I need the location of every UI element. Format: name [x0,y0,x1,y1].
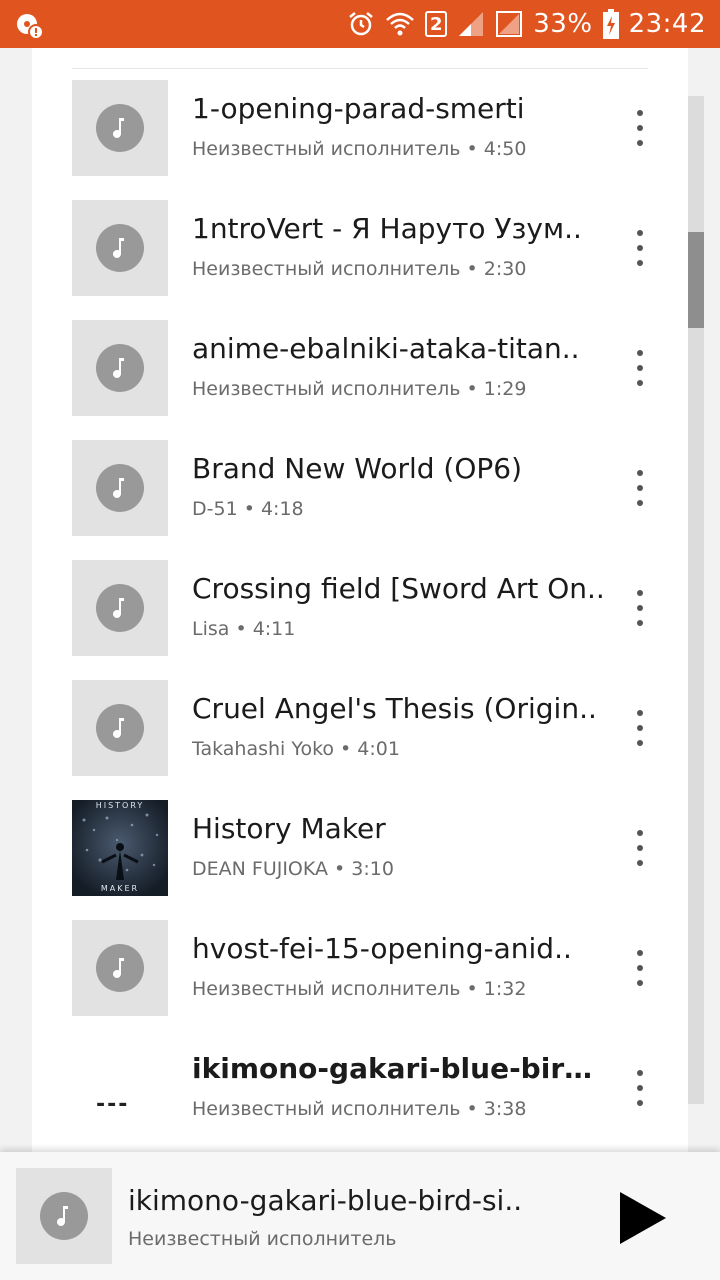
notification-icon [17,14,44,40]
more-options-icon[interactable] [628,830,652,866]
signal-2-icon [496,11,523,37]
music-note-icon [96,104,144,152]
song-row-now-playing[interactable]: --- ikimono-gakari-blue-bird-s.. Неизвес… [32,1040,688,1160]
status-bar: 2 33% 23:42 [0,0,720,48]
sim-slot-icon: 2 [425,11,448,37]
mini-player[interactable]: ikimono-gakari-blue-bird-si.. Неизвестны… [0,1152,720,1280]
song-row[interactable]: 1-opening-parad-smerti Неизвестный испол… [32,80,688,200]
equalizer-icon: --- [96,1092,130,1117]
music-note-icon [96,344,144,392]
music-note-icon [96,464,144,512]
album-art: HISTORY MAKER [72,800,168,896]
song-row[interactable]: anime-ebalniki-ataka-titan.. Неизвестный… [32,320,688,440]
song-thumbnail [72,80,168,176]
more-options-icon[interactable] [628,1070,652,1106]
song-subtitle: Неизвестный исполнитель • 4:50 [192,138,527,160]
song-row[interactable]: HISTORY MAKER History Maker DEAN FUJIOKA… [32,800,688,920]
song-row[interactable]: Cruel Angel's Thesis (Origin.. Takahashi… [32,680,688,800]
more-options-icon[interactable] [628,470,652,506]
more-options-icon[interactable] [628,950,652,986]
scrollbar-thumb[interactable] [688,232,704,328]
song-row[interactable]: Crossing field [Sword Art On.. Lisa • 4:… [32,560,688,680]
song-subtitle: Takahashi Yoko • 4:01 [192,738,400,760]
battery-percent: 33% [533,9,593,39]
music-note-icon [96,224,144,272]
song-list: 1-opening-parad-smerti Неизвестный испол… [32,48,688,1158]
clock: 23:42 [628,9,706,39]
song-subtitle: D-51 • 4:18 [192,498,304,520]
wifi-icon [386,12,415,36]
song-title: ikimono-gakari-blue-bird-s.. [192,1052,612,1085]
signal-icon [459,12,484,36]
song-subtitle: Неизвестный исполнитель • 1:32 [192,978,527,1000]
song-title: Cruel Angel's Thesis (Origin.. [192,692,597,725]
song-subtitle: Неизвестный исполнитель • 3:38 [192,1098,527,1120]
song-title: 1-opening-parad-smerti [192,92,525,125]
song-thumbnail [72,680,168,776]
song-subtitle: Lisa • 4:11 [192,618,296,640]
song-thumbnail [72,440,168,536]
song-subtitle: Неизвестный исполнитель • 1:29 [192,378,527,400]
album-art-text: HISTORY [95,801,145,810]
song-row[interactable]: 1ntroVert - Я Наруто Узум.. Неизвестный … [32,200,688,320]
song-subtitle: Неизвестный исполнитель • 2:30 [192,258,527,280]
more-options-icon[interactable] [628,110,652,146]
album-art-text: MAKER [100,884,140,893]
play-icon[interactable] [612,1188,672,1248]
more-options-icon[interactable] [628,590,652,626]
music-note-icon [96,584,144,632]
song-thumbnail [72,320,168,416]
song-title: anime-ebalniki-ataka-titan.. [192,332,580,365]
song-title: Brand New World (OP6) [192,452,522,485]
song-thumbnail [72,200,168,296]
song-thumbnail [72,920,168,1016]
song-row[interactable]: Brand New World (OP6) D-51 • 4:18 [32,440,688,560]
music-note-icon [96,704,144,752]
player-artist: Неизвестный исполнитель [128,1228,397,1250]
album-art-image [72,800,168,896]
more-options-icon[interactable] [628,230,652,266]
more-options-icon[interactable] [628,350,652,386]
alarm-icon [349,12,374,36]
song-title: Crossing field [Sword Art On.. [192,572,605,605]
divider [72,68,648,69]
now-playing-indicator: --- [72,1040,168,1136]
song-title: hvost-fei-15-opening-anid.. [192,932,572,965]
song-title: 1ntroVert - Я Наруто Узум.. [192,212,582,245]
battery-charging-icon [602,9,619,39]
player-thumbnail [16,1168,112,1264]
song-thumbnail [72,560,168,656]
music-note-icon [96,944,144,992]
song-row[interactable]: hvost-fei-15-opening-anid.. Неизвестный … [32,920,688,1040]
music-note-icon [40,1192,88,1240]
song-subtitle: DEAN FUJIOKA • 3:10 [192,858,394,880]
player-title: ikimono-gakari-blue-bird-si.. [128,1184,523,1217]
song-title: History Maker [192,812,386,845]
more-options-icon[interactable] [628,710,652,746]
